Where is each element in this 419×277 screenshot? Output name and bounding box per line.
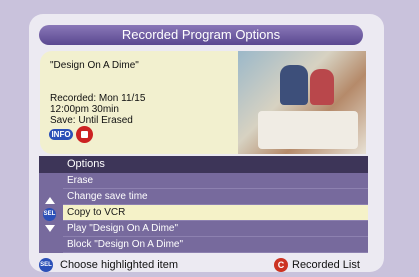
recorded-list-label[interactable]: Recorded List	[292, 257, 360, 272]
option-block[interactable]: Block "Design On A Dime"	[63, 237, 368, 253]
info-button[interactable]: INFO	[49, 129, 73, 140]
options-header-label: Options	[67, 158, 105, 170]
program-info-panel: "Design On A Dime" Recorded: Mon 11/15 1…	[40, 51, 238, 154]
option-change-save-time[interactable]: Change save time	[63, 189, 368, 205]
option-play[interactable]: Play "Design On A Dime"	[63, 221, 368, 237]
tv-frame: Recorded Program Options "Design On A Di…	[0, 0, 419, 277]
options-list: Erase Change save time Copy to VCR Play …	[39, 173, 368, 253]
page-title: Recorded Program Options	[39, 25, 363, 45]
recorded-program-options-screen: Recorded Program Options "Design On A Di…	[29, 14, 384, 272]
sel-button-icon[interactable]: SEL	[39, 258, 53, 272]
program-name: "Design On A Dime"	[50, 60, 139, 71]
recorded-time: 12:00pm 30min	[50, 104, 119, 115]
options-header: Options	[39, 156, 368, 173]
c-button-icon[interactable]: C	[274, 258, 288, 272]
arrow-down-icon[interactable]	[45, 225, 55, 232]
save-status: Save: Until Erased	[50, 115, 133, 126]
scroll-controls: SEL	[39, 173, 63, 253]
choose-highlighted-label: Choose highlighted item	[60, 259, 179, 271]
option-copy-to-vcr[interactable]: Copy to VCR	[63, 205, 368, 221]
recorded-date: Recorded: Mon 11/15	[50, 93, 146, 104]
footer: SEL Choose highlighted item C Recorded L…	[39, 257, 374, 272]
thumbnail-table	[258, 111, 358, 149]
program-thumbnail	[238, 51, 366, 154]
option-erase[interactable]: Erase	[63, 173, 368, 189]
arrow-up-icon[interactable]	[45, 197, 55, 204]
thumbnail-person-1	[280, 65, 308, 105]
lock-icon[interactable]	[76, 126, 93, 143]
thumbnail-person-2	[310, 69, 334, 105]
sel-icon[interactable]: SEL	[43, 208, 56, 221]
